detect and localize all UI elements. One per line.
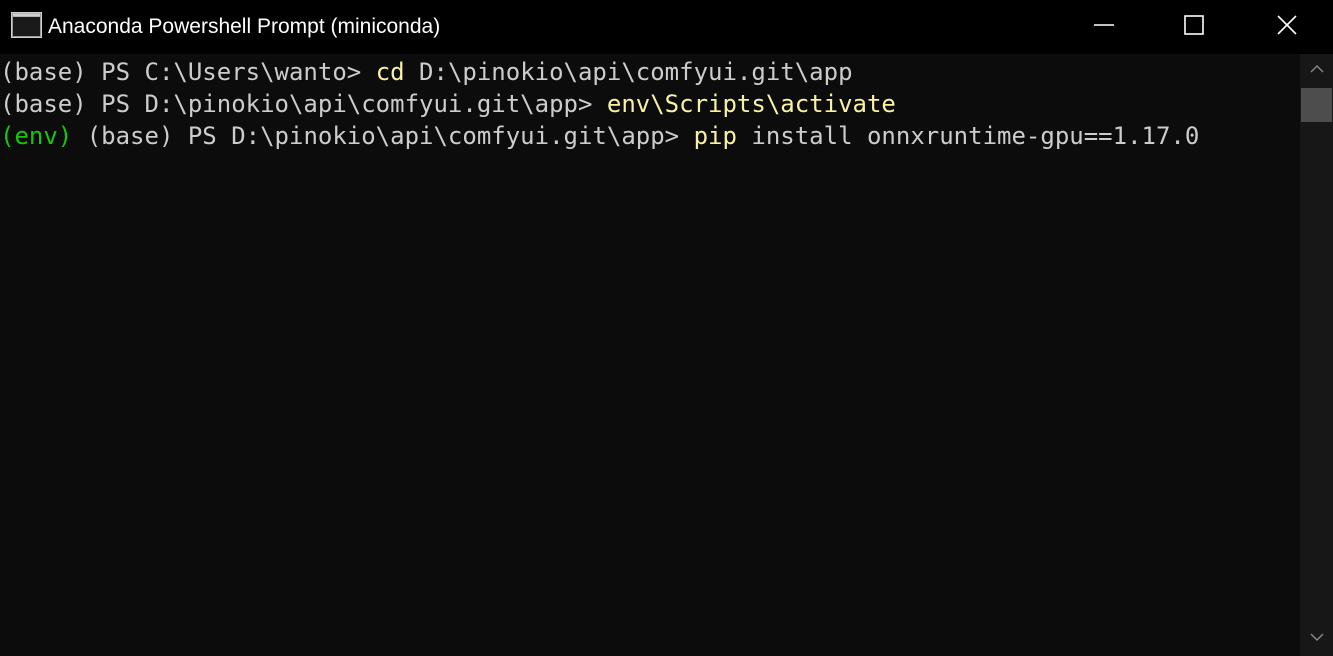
- maximize-icon: [1183, 14, 1205, 41]
- terminal-icon: [11, 12, 42, 38]
- close-icon: [1276, 14, 1298, 41]
- close-button[interactable]: [1241, 0, 1333, 54]
- prompt-text: (base) PS D:\pinokio\api\comfyui.git\app…: [0, 90, 607, 118]
- scroll-down-button[interactable]: [1300, 626, 1333, 650]
- console-line: (base) PS D:\pinokio\api\comfyui.git\app…: [0, 88, 896, 120]
- minimize-icon: [1093, 14, 1115, 41]
- scroll-down-arrow-icon: [1310, 629, 1324, 647]
- console-line: (env) (base) PS D:\pinokio\api\comfyui.g…: [0, 120, 1199, 152]
- vertical-scrollbar[interactable]: [1300, 54, 1333, 656]
- title-bar[interactable]: Anaconda Powershell Prompt (miniconda): [0, 0, 1333, 54]
- command-text: env\Scripts\activate: [606, 90, 896, 118]
- command-args: install onnxruntime-gpu==1.17.0: [736, 122, 1200, 150]
- env-indicator: (env): [0, 122, 73, 150]
- command-text: pip: [693, 122, 737, 150]
- prompt-text: (base) PS D:\pinokio\api\comfyui.git\app…: [72, 122, 694, 150]
- console-line: (base) PS C:\Users\wanto> cd D:\pinokio\…: [0, 56, 853, 88]
- minimize-button[interactable]: [1058, 0, 1150, 54]
- terminal-window: Anaconda Powershell Prompt (miniconda) (…: [0, 0, 1333, 656]
- command-args: D:\pinokio\api\comfyui.git\app: [404, 58, 853, 86]
- maximize-button[interactable]: [1148, 0, 1240, 54]
- prompt-text: (base) PS C:\Users\wanto>: [0, 58, 376, 86]
- scrollbar-thumb[interactable]: [1301, 88, 1332, 122]
- scroll-up-button[interactable]: [1300, 58, 1333, 82]
- scroll-up-arrow-icon: [1310, 61, 1324, 79]
- console-output[interactable]: (base) PS C:\Users\wanto> cd D:\pinokio\…: [0, 54, 1300, 656]
- command-text: cd: [375, 58, 405, 86]
- window-title: Anaconda Powershell Prompt (miniconda): [48, 15, 441, 38]
